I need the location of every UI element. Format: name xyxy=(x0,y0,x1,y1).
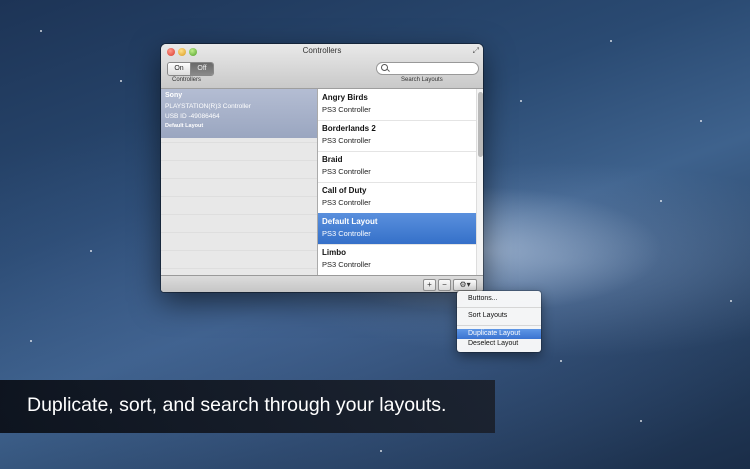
star xyxy=(660,200,662,202)
layout-subtitle: PS3 Controller xyxy=(322,260,371,269)
menu-separator xyxy=(457,307,541,308)
on-off-toggle[interactable]: On Off xyxy=(167,62,214,76)
toggle-off[interactable]: Off xyxy=(191,63,213,75)
layout-subtitle: PS3 Controller xyxy=(322,198,371,207)
list-item[interactable]: Call of Duty PS3 Controller xyxy=(318,182,476,214)
title-bar: Controllers ⤢ On Off Controllers Search … xyxy=(161,44,483,89)
layout-title: Default Layout xyxy=(322,217,378,226)
layout-title: Call of Duty xyxy=(322,186,367,195)
list-item[interactable]: Borderlands 2 PS3 Controller xyxy=(318,120,476,152)
controllers-list: Sony PLAYSTATION(R)3 Controller USB ID -… xyxy=(161,89,318,275)
toggle-caption: Controllers xyxy=(172,77,202,83)
list-item[interactable]: Limbo PS3 Controller xyxy=(318,244,476,275)
device-item-sony[interactable]: Sony PLAYSTATION(R)3 Controller USB ID -… xyxy=(161,89,317,138)
device-usb-id: USB ID -49086464 xyxy=(165,113,220,120)
star xyxy=(30,340,32,342)
scrollbar[interactable] xyxy=(476,89,483,275)
bottom-toolbar: + − ⚙▾ xyxy=(161,275,483,292)
caption-text: Duplicate, sort, and search through your… xyxy=(27,394,447,416)
device-name: Sony xyxy=(165,92,183,99)
caption-banner: Duplicate, sort, and search through your… xyxy=(0,380,495,433)
scroll-thumb[interactable] xyxy=(478,92,483,157)
menu-item-duplicate-layout[interactable]: Duplicate Layout xyxy=(457,329,541,339)
layout-title: Limbo xyxy=(322,248,346,257)
layout-subtitle: PS3 Controller xyxy=(322,167,371,176)
layout-subtitle: PS3 Controller xyxy=(322,229,371,238)
layout-title: Borderlands 2 xyxy=(322,124,376,133)
layouts-list: Angry Birds PS3 Controller Borderlands 2… xyxy=(318,89,476,275)
star xyxy=(520,100,522,102)
layout-title: Braid xyxy=(322,155,343,164)
list-item[interactable]: Angry Birds PS3 Controller xyxy=(318,89,476,121)
layout-subtitle: PS3 Controller xyxy=(322,136,371,145)
gear-menu-button[interactable]: ⚙▾ xyxy=(453,279,477,291)
list-item-selected[interactable]: Default Layout PS3 Controller xyxy=(318,213,476,245)
toggle-on[interactable]: On xyxy=(168,63,191,75)
menu-separator xyxy=(457,325,541,326)
remove-layout-button[interactable]: − xyxy=(438,279,451,291)
device-layout: Default Layout xyxy=(165,123,204,129)
search-caption: Search Layouts xyxy=(401,77,443,83)
search-icon xyxy=(381,64,388,71)
list-item[interactable]: Braid PS3 Controller xyxy=(318,151,476,183)
fullscreen-icon[interactable]: ⤢ xyxy=(473,46,479,56)
star xyxy=(610,40,612,42)
layout-title: Angry Birds xyxy=(322,93,368,102)
window-title: Controllers xyxy=(302,46,342,55)
star xyxy=(560,360,562,362)
layout-subtitle: PS3 Controller xyxy=(322,105,371,114)
star xyxy=(40,30,42,32)
star xyxy=(380,450,382,452)
star xyxy=(90,250,92,252)
star xyxy=(700,120,702,122)
add-layout-button[interactable]: + xyxy=(423,279,436,291)
star xyxy=(120,80,122,82)
star xyxy=(640,420,642,422)
menu-item-sort-layouts[interactable]: Sort Layouts xyxy=(457,311,541,321)
search-input[interactable] xyxy=(376,62,479,75)
device-model: PLAYSTATION(R)3 Controller xyxy=(165,103,251,110)
context-menu: Buttons... Sort Layouts Duplicate Layout… xyxy=(457,291,541,352)
menu-item-deselect-layout[interactable]: Deselect Layout xyxy=(457,339,541,349)
controllers-window: Controllers ⤢ On Off Controllers Search … xyxy=(161,44,483,292)
menu-item-buttons[interactable]: Buttons... xyxy=(457,294,541,304)
star xyxy=(730,300,732,302)
